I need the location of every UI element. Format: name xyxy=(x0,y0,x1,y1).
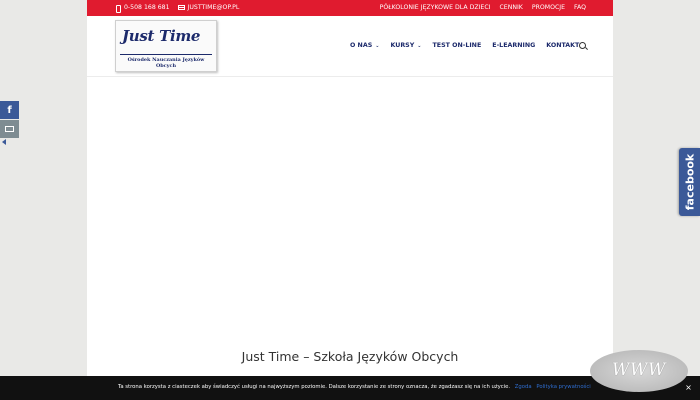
badge-text: WWW xyxy=(612,360,666,380)
top-links: PÓŁKOLONIE JĘZYKOWE DLA DZIECI CENNIK PR… xyxy=(380,4,586,11)
site-logo[interactable]: Just Time Ośrodek Nauczania Języków Obcy… xyxy=(115,20,217,72)
site-header: Just Time Ośrodek Nauczania Języków Obcy… xyxy=(87,16,613,77)
facebook-tab-label: facebook xyxy=(683,153,696,211)
phone-icon xyxy=(115,4,121,13)
logo-subtitle: Ośrodek Nauczania Języków Obcych xyxy=(120,54,212,69)
top-link-cennik[interactable]: CENNIK xyxy=(499,4,522,11)
chevron-down-icon: ⌄ xyxy=(375,42,380,49)
page-container: 0-508 168 681 JUSTTIME@OP.PL PÓŁKOLONIE … xyxy=(87,0,613,400)
nav-item-o-nas[interactable]: O NAS ⌄ xyxy=(350,42,379,49)
facebook-icon: f xyxy=(7,104,12,116)
collapse-share-icon[interactable] xyxy=(2,139,6,145)
nav-item-test-online[interactable]: TEST ON-LINE xyxy=(432,42,481,49)
top-link-promocje[interactable]: PROMOCJE xyxy=(532,4,565,11)
contact-info: 0-508 168 681 JUSTTIME@OP.PL xyxy=(115,4,240,13)
cookie-message-row: Ta strona korzysta z ciasteczek aby świa… xyxy=(118,384,591,390)
nav-item-kursy[interactable]: KURSY ⌄ xyxy=(390,42,421,49)
chevron-down-icon: ⌄ xyxy=(417,42,422,49)
cookie-accept-link[interactable]: Zgoda xyxy=(515,384,532,390)
share-email-button[interactable] xyxy=(0,120,19,138)
top-link-faq[interactable]: FAQ xyxy=(574,4,586,11)
nav-item-label: KONTAKT xyxy=(546,42,580,49)
nav-item-label: E-LEARNING xyxy=(492,42,536,49)
main-nav: O NAS ⌄ KURSY ⌄ TEST ON-LINE E-LEARNING … xyxy=(350,42,590,49)
facebook-side-tab[interactable]: facebook xyxy=(679,148,700,216)
email-address[interactable]: JUSTTIME@OP.PL xyxy=(188,4,240,11)
nav-item-label: TEST ON-LINE xyxy=(432,42,482,49)
cookie-message: Ta strona korzysta z ciasteczek aby świa… xyxy=(118,384,511,390)
nav-item-label: O NAS xyxy=(350,42,373,49)
nav-item-kontakt[interactable]: KONTAKT xyxy=(546,42,579,49)
mail-icon xyxy=(177,5,185,10)
page-title: Just Time – Szkoła Języków Obcych xyxy=(241,349,459,364)
www-badge: WWW xyxy=(590,350,688,392)
mail-icon xyxy=(5,126,14,132)
nav-item-e-learning[interactable]: E-LEARNING xyxy=(492,42,535,49)
phone-number[interactable]: 0-508 168 681 xyxy=(124,4,170,11)
close-icon[interactable]: × xyxy=(684,383,693,392)
privacy-policy-link[interactable]: Polityka prywatności xyxy=(536,384,590,390)
top-link-polkolonie[interactable]: PÓŁKOLONIE JĘZYKOWE DLA DZIECI xyxy=(380,4,491,11)
search-icon[interactable] xyxy=(579,42,586,49)
logo-title: Just Time xyxy=(122,27,201,45)
nav-item-label: KURSY xyxy=(390,42,415,49)
share-facebook-button[interactable]: f xyxy=(0,101,19,119)
top-bar: 0-508 168 681 JUSTTIME@OP.PL PÓŁKOLONIE … xyxy=(87,0,613,16)
